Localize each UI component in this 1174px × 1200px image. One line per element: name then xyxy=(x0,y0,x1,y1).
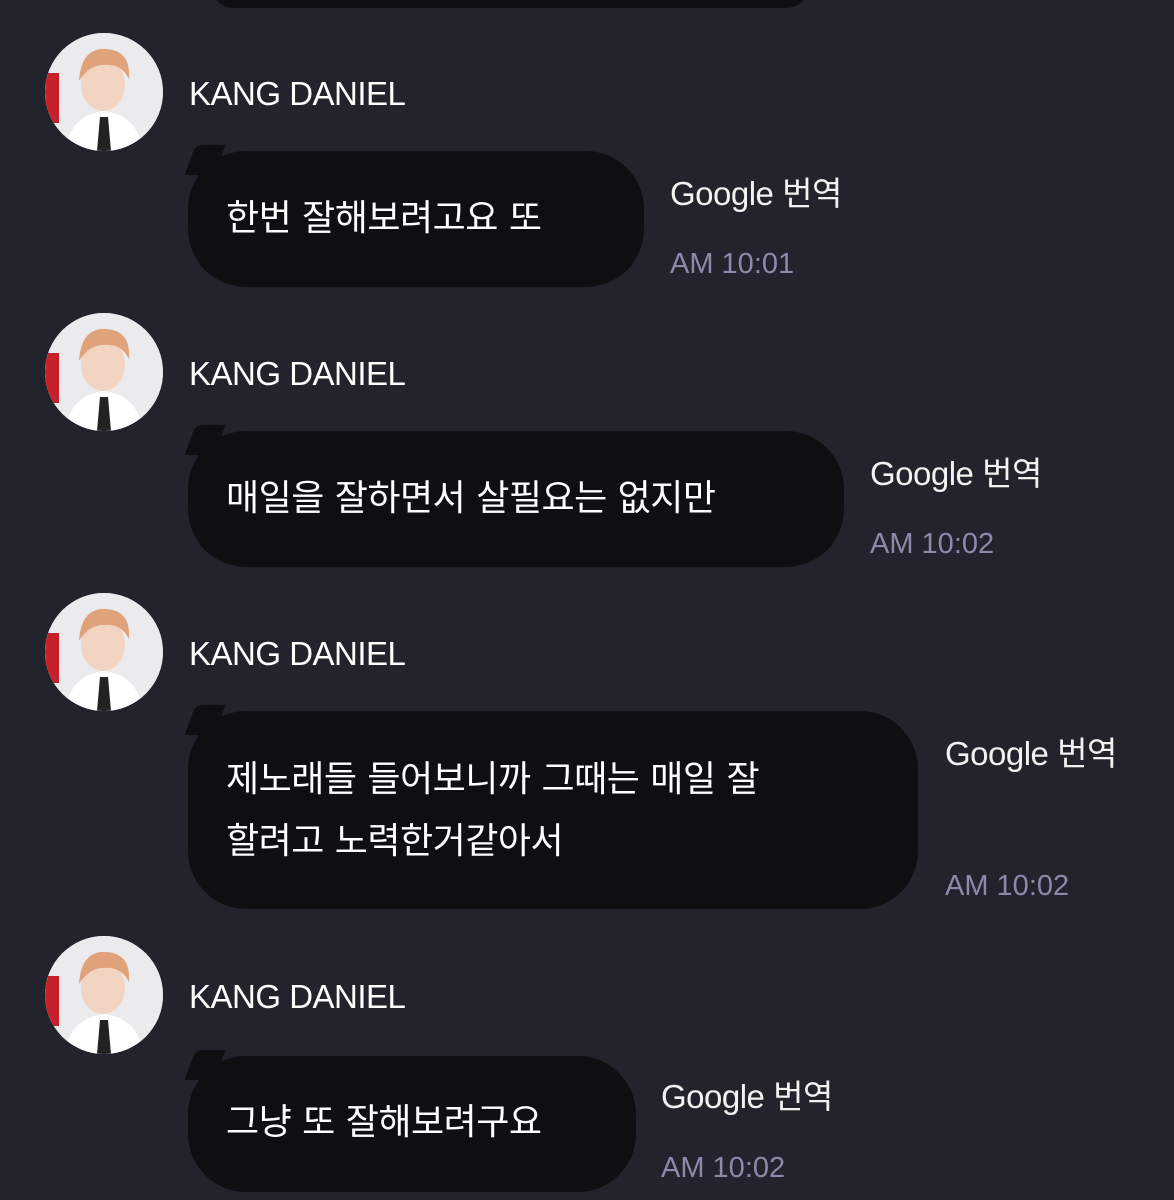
message-bubble[interactable]: 제노래들 들어보니까 그때는 매일 잘 할려고 노력한거같아서 xyxy=(188,711,918,909)
chat-message: KANG DANIEL 한번 잘해보려고요 또 Google 번역 AM 10:… xyxy=(0,33,1174,293)
avatar[interactable] xyxy=(45,936,163,1054)
chat-message: KANG DANIEL 제노래들 들어보니까 그때는 매일 잘 할려고 노력한거… xyxy=(0,593,1174,923)
message-timestamp: AM 10:01 xyxy=(670,248,795,280)
google-translate-link[interactable]: Google 번역 xyxy=(661,1070,833,1118)
profile-photo xyxy=(45,313,163,431)
avatar[interactable] xyxy=(45,313,163,431)
google-translate-link[interactable]: Google 번역 xyxy=(670,167,842,215)
sender-name: KANG DANIEL xyxy=(189,978,406,1015)
google-translate-link[interactable]: Google 번역 xyxy=(870,447,1042,495)
message-text: 제노래들 들어보니까 그때는 매일 잘 할려고 노력한거같아서 xyxy=(226,759,760,862)
message-text: 한번 잘해보려고요 또 xyxy=(226,198,542,239)
avatar[interactable] xyxy=(45,33,163,151)
message-bubble[interactable]: 매일을 잘하면서 살필요는 없지만 xyxy=(188,431,844,567)
profile-photo xyxy=(45,936,163,1054)
avatar[interactable] xyxy=(45,593,163,711)
profile-photo xyxy=(45,33,163,151)
google-translate-link[interactable]: Google 번역 xyxy=(945,727,1117,775)
sender-name: KANG DANIEL xyxy=(189,355,406,392)
chat-message: KANG DANIEL 매일을 잘하면서 살필요는 없지만 Google 번역 … xyxy=(0,313,1174,573)
sender-name: KANG DANIEL xyxy=(189,75,406,112)
sender-name: KANG DANIEL xyxy=(189,635,406,672)
previous-message-bubble xyxy=(210,0,810,8)
profile-photo xyxy=(45,593,163,711)
message-timestamp: AM 10:02 xyxy=(945,870,1070,902)
message-bubble[interactable]: 그냥 또 잘해보려구요 xyxy=(188,1056,636,1192)
message-text: 매일을 잘하면서 살필요는 없지만 xyxy=(226,478,716,519)
message-text: 그냥 또 잘해보려구요 xyxy=(226,1102,542,1143)
message-bubble[interactable]: 한번 잘해보려고요 또 xyxy=(188,151,644,287)
chat-message: KANG DANIEL 그냥 또 잘해보려구요 Google 번역 AM 10:… xyxy=(0,936,1174,1200)
message-timestamp: AM 10:02 xyxy=(661,1152,786,1184)
message-timestamp: AM 10:02 xyxy=(870,528,995,560)
